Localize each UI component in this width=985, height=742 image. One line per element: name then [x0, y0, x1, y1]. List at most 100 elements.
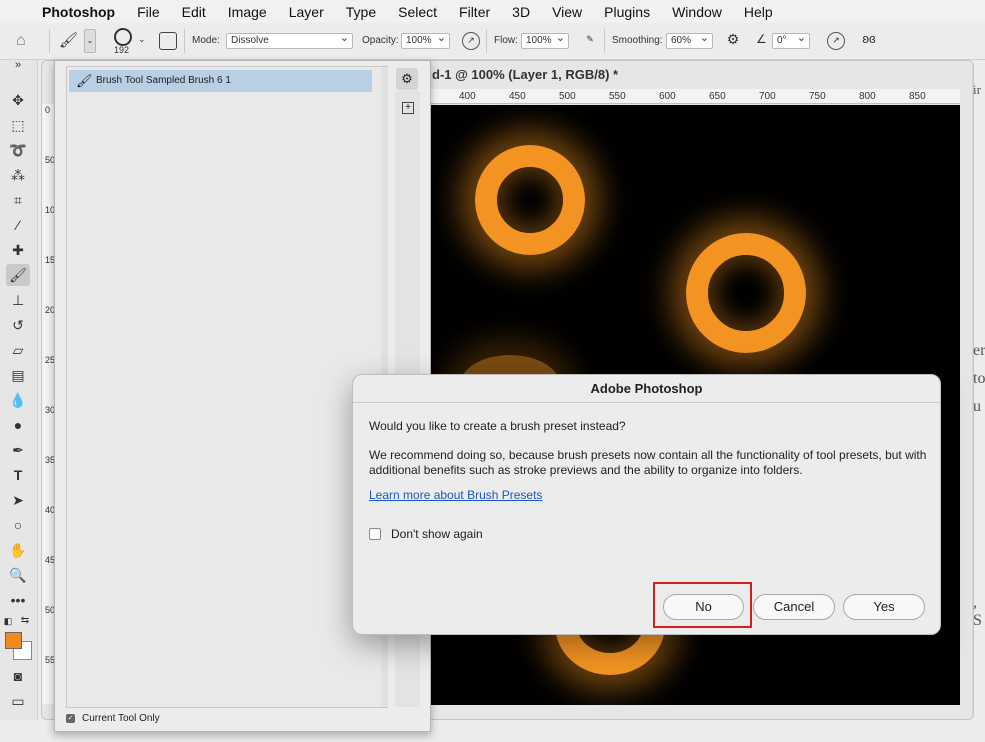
dont-show-again-checkbox[interactable]: Don't show again	[369, 527, 483, 541]
lasso-tool-icon[interactable]: ➰	[6, 139, 30, 161]
ruler-tick-label: 150	[45, 255, 61, 265]
brush-size-icon[interactable]	[114, 28, 132, 46]
ruler-tick-label: 500	[45, 605, 61, 615]
divider	[184, 29, 185, 53]
menu-image[interactable]: Image	[217, 4, 278, 20]
menu-edit[interactable]: Edit	[171, 4, 217, 20]
chevron-down-icon[interactable]: ⌄	[138, 34, 146, 45]
gear-icon[interactable]: ⚙	[396, 68, 418, 90]
dodge-tool-icon[interactable]: ●	[6, 414, 30, 436]
symmetry-butterfly-icon[interactable]: ʚɞ	[860, 32, 878, 50]
brush-tool-preset-icon[interactable]: 🖌	[59, 31, 79, 51]
marquee-tool-icon[interactable]: ⬚	[6, 114, 30, 136]
ruler-tick-label: 850	[909, 91, 926, 102]
zoom-tool-icon[interactable]: 🔍	[6, 564, 30, 586]
flow-input[interactable]: 100%	[521, 31, 569, 49]
brush-settings-toggle-icon[interactable]	[159, 32, 177, 50]
menu-select[interactable]: Select	[387, 4, 448, 20]
screen-mode-icon[interactable]: ▭	[6, 690, 30, 712]
preset-item[interactable]: 🖌 Brush Tool Sampled Brush 6 1	[69, 70, 372, 92]
background-text: u	[973, 398, 981, 415]
mode-select[interactable]: Dissolve	[226, 31, 353, 49]
menu-view[interactable]: View	[541, 4, 593, 20]
menu-photoshop[interactable]: Photoshop	[36, 4, 126, 20]
ellipse-tool-icon[interactable]: ○	[6, 514, 30, 536]
menu-plugins[interactable]: Plugins	[593, 4, 661, 20]
default-colors-icon[interactable]: ◧	[2, 610, 14, 632]
preset-list: 🖌 Brush Tool Sampled Brush 6 1	[66, 66, 388, 708]
angle-icon: ∠	[756, 32, 767, 46]
quick-mask-icon[interactable]: ◙	[6, 665, 30, 687]
smoothing-label: Smoothing:	[612, 35, 663, 46]
no-button[interactable]: No	[663, 594, 744, 620]
path-selection-tool-icon[interactable]: ➤	[6, 489, 30, 511]
ruler-tick-label: 350	[45, 455, 61, 465]
ruler-tick-label: 500	[559, 91, 576, 102]
current-tool-only-checkbox[interactable]: ✓ Current Tool Only	[66, 713, 160, 724]
new-preset-icon[interactable]: +	[402, 102, 414, 114]
yes-button[interactable]: Yes	[843, 594, 925, 620]
tool-preset-dropdown[interactable]: ⌄	[84, 29, 96, 53]
menu-bar: Photoshop File Edit Image Layer Type Sel…	[0, 0, 985, 23]
gear-icon[interactable]: ⚙	[724, 32, 742, 50]
menu-type[interactable]: Type	[335, 4, 387, 20]
angle-input[interactable]: 0°	[772, 31, 810, 49]
ruler-tick-label: 700	[759, 91, 776, 102]
collapse-panel-icon[interactable]: »	[6, 59, 30, 71]
opacity-label: Opacity:	[362, 35, 399, 46]
foreground-color-swatch[interactable]	[5, 632, 22, 649]
opacity-input[interactable]: 100%	[401, 31, 450, 49]
healing-brush-tool-icon[interactable]: ✚	[6, 239, 30, 261]
swap-colors-icon[interactable]: ⇆	[18, 610, 32, 632]
menu-help[interactable]: Help	[733, 4, 784, 20]
crop-tool-icon[interactable]: ⌗	[6, 189, 30, 211]
blur-tool-icon[interactable]: 💧	[6, 389, 30, 411]
home-icon[interactable]: ⌂	[16, 32, 38, 50]
divider	[486, 29, 487, 53]
checkbox-box[interactable]	[369, 528, 381, 540]
more-tools-icon[interactable]: •••	[6, 589, 30, 611]
mode-label: Mode:	[192, 35, 220, 46]
checkmark-icon: ✓	[66, 714, 75, 723]
menu-window[interactable]: Window	[661, 4, 733, 20]
ruler-tick-label: 200	[45, 305, 61, 315]
ruler-tick-label: 450	[45, 555, 61, 565]
ruler-tick-label: 800	[859, 91, 876, 102]
brush-preset-dialog: Adobe Photoshop Would you like to create…	[352, 374, 941, 635]
dialog-body: We recommend doing so, because brush pre…	[369, 448, 927, 477]
hand-tool-icon[interactable]: ✋	[6, 539, 30, 561]
cancel-button[interactable]: Cancel	[753, 594, 835, 620]
type-tool-icon[interactable]: T	[6, 464, 30, 486]
menu-layer[interactable]: Layer	[278, 4, 335, 20]
learn-more-link[interactable]: Learn more about Brush Presets	[369, 488, 542, 502]
pen-tool-icon[interactable]: ✒	[6, 439, 30, 461]
gradient-tool-icon[interactable]: ▤	[6, 364, 30, 386]
ruler-tick-label: 400	[45, 505, 61, 515]
ruler-tick-label: 450	[509, 91, 526, 102]
pressure-size-icon[interactable]: ↗	[827, 32, 845, 50]
tools-panel: » ✥ ⬚ ➰ ⁂ ⌗ ⁄ ✚ 🖌 ⊥ ↺ ▱ ▤ 💧 ● ✒ T ➤ ○ ✋ …	[0, 59, 38, 720]
options-bar: ⌂ 🖌 ⌄ 192 ⌄ Mode: Dissolve Opacity: 100%…	[0, 23, 985, 60]
ruler-tick-label: 650	[709, 91, 726, 102]
history-brush-tool-icon[interactable]: ↺	[6, 314, 30, 336]
background-text: to	[973, 370, 985, 387]
move-tool-icon[interactable]: ✥	[6, 89, 30, 111]
brush-size-value: 192	[114, 45, 130, 55]
pressure-opacity-icon[interactable]: ↗	[462, 32, 480, 50]
dialog-question: Would you like to create a brush preset …	[369, 419, 626, 433]
clone-stamp-tool-icon[interactable]: ⊥	[6, 289, 30, 311]
horizontal-ruler: 400 450 500 550 600 650 700 750 800 850	[430, 89, 960, 104]
eyedropper-tool-icon[interactable]: ⁄	[6, 214, 30, 236]
eraser-tool-icon[interactable]: ▱	[6, 339, 30, 361]
menu-file[interactable]: File	[126, 4, 171, 20]
menu-filter[interactable]: Filter	[448, 4, 501, 20]
brush-tool-icon[interactable]: 🖌	[6, 264, 30, 286]
magic-wand-tool-icon[interactable]: ⁂	[6, 164, 30, 186]
divider	[49, 29, 50, 53]
brush-stroke-ring	[475, 145, 585, 255]
airbrush-icon[interactable]: ✎	[581, 32, 599, 50]
ruler-tick-label: 550	[609, 91, 626, 102]
menu-3d[interactable]: 3D	[501, 4, 541, 20]
document-title: d-1 @ 100% (Layer 1, RGB/8) *	[432, 67, 619, 82]
smoothing-input[interactable]: 60%	[666, 31, 713, 49]
